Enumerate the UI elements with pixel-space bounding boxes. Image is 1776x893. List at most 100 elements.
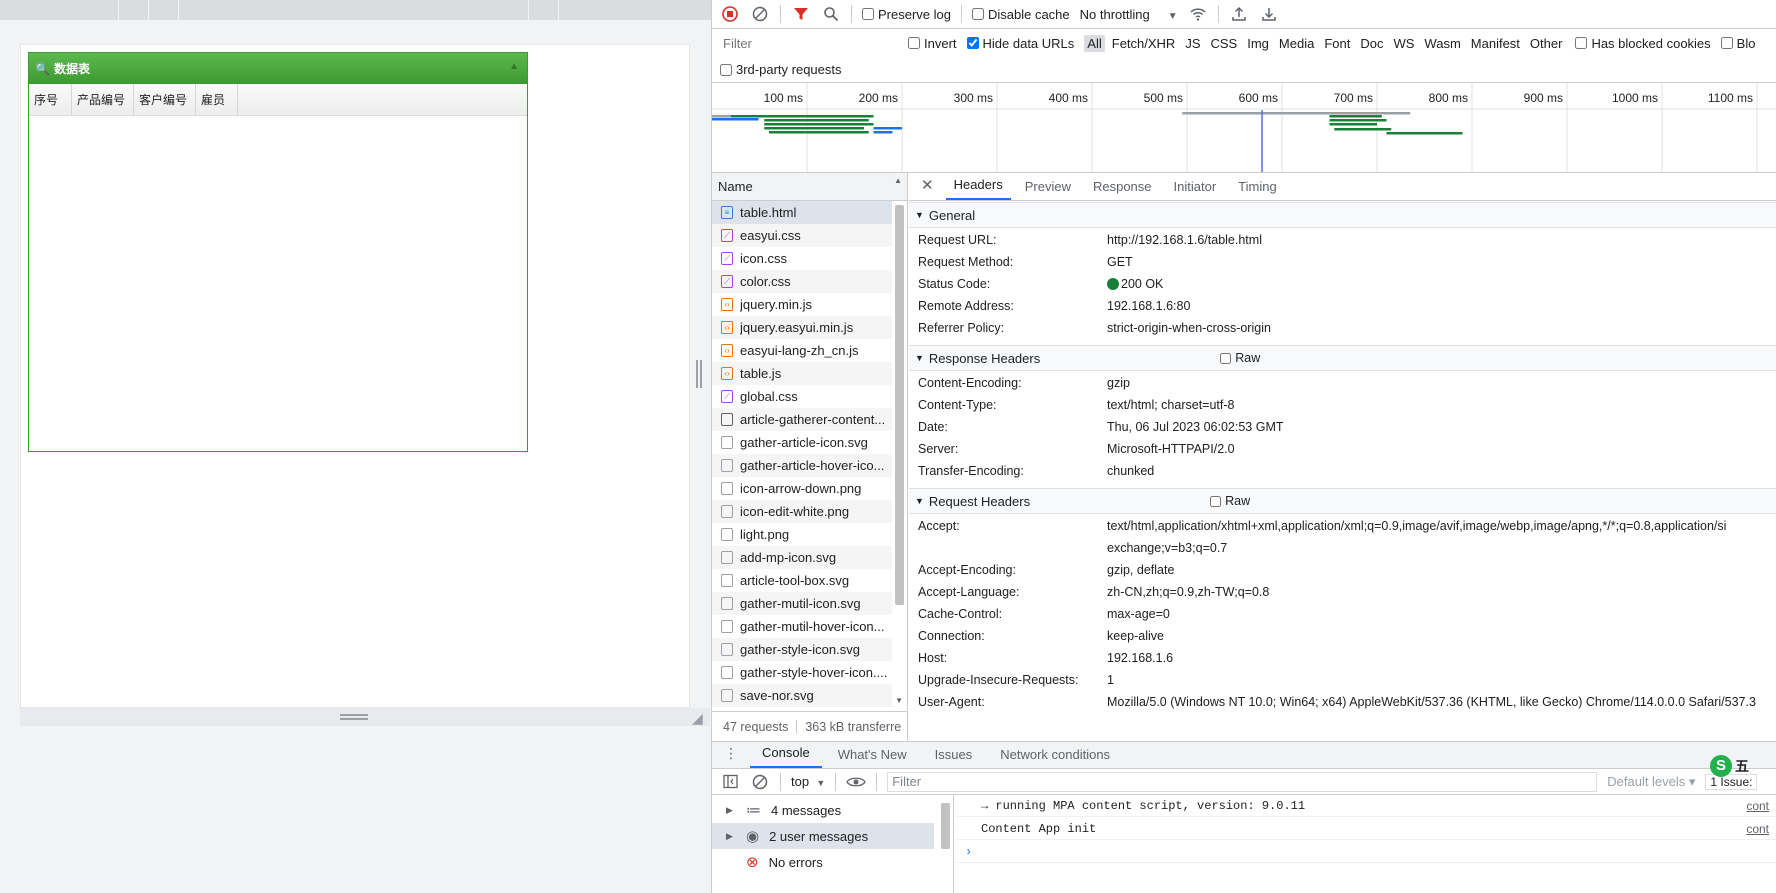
request-row[interactable]: ‹› jquery.min.js	[712, 293, 892, 316]
scroll-down-icon[interactable]: ▼	[895, 696, 903, 705]
request-row[interactable]: article-gatherer-content...	[712, 408, 892, 431]
request-list-scrollbar[interactable]	[895, 205, 904, 605]
request-row[interactable]: light.png	[712, 523, 892, 546]
request-row[interactable]: save-nor.svg	[712, 684, 892, 707]
request-row[interactable]: ≡ table.html	[712, 201, 892, 224]
header-value[interactable]: keep-alive	[1107, 629, 1164, 643]
request-row[interactable]: ⟋ color.css	[712, 270, 892, 293]
hide-data-urls-checkbox[interactable]: Hide data URLs	[966, 36, 1074, 51]
request-row[interactable]: ‹› table.js	[712, 362, 892, 385]
general-section-header[interactable]: ▼ General	[909, 202, 1776, 228]
drawer-tab-what-s-new[interactable]: What's New	[826, 747, 919, 768]
console-source-link[interactable]: cont	[1746, 822, 1769, 836]
request-headers-raw-checkbox[interactable]	[1210, 495, 1222, 507]
request-headers-section-header[interactable]: ▼ Request Headers Raw	[909, 488, 1776, 514]
filter-type-img[interactable]: Img	[1244, 35, 1272, 52]
request-row[interactable]: gather-article-icon.svg	[712, 431, 892, 454]
header-value[interactable]: text/html,application/xhtml+xml,applicat…	[1107, 519, 1726, 533]
request-row[interactable]: gather-mutil-icon.svg	[712, 592, 892, 615]
export-har-icon[interactable]	[1259, 4, 1279, 24]
console-sidebar-item[interactable]: ⊗ No errors	[712, 849, 934, 875]
preserve-log-input[interactable]	[862, 8, 874, 20]
header-value[interactable]: Microsoft-HTTPAPI/2.0	[1107, 442, 1235, 456]
corner-resize-icon[interactable]: ◢	[692, 710, 703, 727]
request-row[interactable]: article-tool-box.svg	[712, 569, 892, 592]
collapse-icon[interactable]: ▲	[509, 61, 519, 72]
header-value[interactable]: strict-origin-when-cross-origin	[1107, 321, 1271, 335]
expand-arrow-icon[interactable]: ▶	[726, 805, 736, 816]
drawer-tab-network-conditions[interactable]: Network conditions	[988, 747, 1122, 768]
has-blocked-cookies-input[interactable]	[1575, 37, 1588, 49]
disable-cache-checkbox[interactable]: Disable cache	[971, 7, 1070, 22]
request-row[interactable]: gather-style-icon.svg	[712, 638, 892, 661]
column-header[interactable]: 产品编号	[72, 84, 134, 115]
network-conditions-icon[interactable]	[1188, 4, 1208, 24]
header-value[interactable]: 192.168.1.6:80	[1107, 299, 1190, 313]
has-blocked-cookies-checkbox[interactable]: Has blocked cookies	[1575, 36, 1711, 51]
column-header[interactable]: 序号	[29, 84, 72, 115]
header-value[interactable]: http://192.168.1.6/table.html	[1107, 233, 1262, 247]
request-row[interactable]: ⟋ icon.css	[712, 247, 892, 270]
preserve-log-checkbox[interactable]: Preserve log	[862, 7, 951, 22]
request-row[interactable]: icon-edit-white.png	[712, 500, 892, 523]
disable-cache-input[interactable]	[971, 8, 984, 20]
request-row[interactable]: gather-article-hover-ico...	[712, 454, 892, 477]
column-header[interactable]: 客户编号	[134, 84, 196, 115]
request-row[interactable]: ⟋ global.css	[712, 385, 892, 408]
log-levels-select[interactable]: Default levels ▾	[1607, 774, 1695, 790]
drawer-tab-console[interactable]: Console	[750, 745, 822, 768]
filter-type-all[interactable]: All	[1084, 34, 1105, 52]
more-tools-icon[interactable]: ⋮	[720, 745, 746, 768]
console-sidebar-item[interactable]: ▶ ≔ 4 messages	[712, 797, 934, 823]
filter-type-ws[interactable]: WS	[1390, 35, 1417, 52]
filter-type-font[interactable]: Font	[1321, 35, 1353, 52]
filter-type-fetchxhr[interactable]: Fetch/XHR	[1109, 35, 1179, 52]
console-sidebar-scrollbar[interactable]	[941, 803, 950, 849]
resize-grip[interactable]	[340, 714, 368, 720]
clear-icon[interactable]	[750, 4, 770, 24]
request-row[interactable]: gather-mutil-hover-icon...	[712, 615, 892, 638]
console-prompt[interactable]: ›	[955, 841, 1776, 863]
request-row[interactable]: ⟋ easyui.css	[712, 224, 892, 247]
expand-arrow-icon[interactable]: ▶	[726, 831, 736, 842]
header-value[interactable]: Mozilla/5.0 (Windows NT 10.0; Win64; x64…	[1107, 695, 1756, 709]
filter-type-manifest[interactable]: Manifest	[1468, 35, 1523, 52]
filter-type-other[interactable]: Other	[1527, 35, 1566, 52]
filter-icon[interactable]	[791, 4, 811, 24]
request-row[interactable]: gather-style-hover-icon....	[712, 661, 892, 684]
header-value[interactable]: 200 OK	[1107, 277, 1163, 291]
header-value[interactable]: exchange;v=b3;q=0.7	[1107, 541, 1227, 555]
filter-type-js[interactable]: JS	[1182, 35, 1203, 52]
header-value[interactable]: Thu, 06 Jul 2023 06:02:53 GMT	[1107, 420, 1284, 434]
header-value[interactable]: zh-CN,zh;q=0.9,zh-TW;q=0.8	[1107, 585, 1269, 599]
tab-response[interactable]: Response	[1085, 179, 1160, 200]
record-stop-icon[interactable]	[720, 4, 740, 24]
request-headers-raw-toggle[interactable]: Raw	[1210, 494, 1250, 508]
header-value[interactable]: text/html; charset=utf-8	[1107, 398, 1234, 412]
sidebar-toggle-icon[interactable]	[720, 772, 740, 792]
filter-type-css[interactable]: CSS	[1208, 35, 1241, 52]
response-headers-raw-toggle[interactable]: Raw	[1220, 351, 1260, 365]
header-value[interactable]: gzip	[1107, 376, 1130, 390]
tab-initiator[interactable]: Initiator	[1166, 179, 1225, 200]
third-party-input[interactable]	[720, 63, 732, 76]
filter-type-wasm[interactable]: Wasm	[1421, 35, 1463, 52]
column-header[interactable]: 雇员	[196, 84, 238, 115]
blocked-requests-checkbox[interactable]: Blo	[1720, 36, 1755, 51]
console-source-link[interactable]: cont	[1746, 799, 1769, 813]
console-sidebar-item[interactable]: ▶ ◉ 2 user messages	[712, 823, 934, 849]
header-value[interactable]: gzip, deflate	[1107, 563, 1174, 577]
filter-type-doc[interactable]: Doc	[1357, 35, 1386, 52]
tab-timing[interactable]: Timing	[1230, 179, 1285, 200]
response-headers-section-header[interactable]: ▼ Response Headers Raw	[909, 345, 1776, 371]
response-headers-raw-checkbox[interactable]	[1220, 352, 1232, 364]
request-row[interactable]: ‹› jquery.easyui.min.js	[712, 316, 892, 339]
request-row[interactable]: icon-arrow-down.png	[712, 477, 892, 500]
tab-headers[interactable]: Headers	[945, 177, 1011, 200]
tab-preview[interactable]: Preview	[1017, 179, 1079, 200]
third-party-checkbox[interactable]: 3rd-party requests	[720, 62, 842, 77]
context-select[interactable]: top ▼	[791, 774, 825, 789]
drawer-tab-issues[interactable]: Issues	[923, 747, 985, 768]
request-row[interactable]: ‹› easyui-lang-zh_cn.js	[712, 339, 892, 362]
hide-data-urls-input[interactable]	[966, 37, 979, 49]
